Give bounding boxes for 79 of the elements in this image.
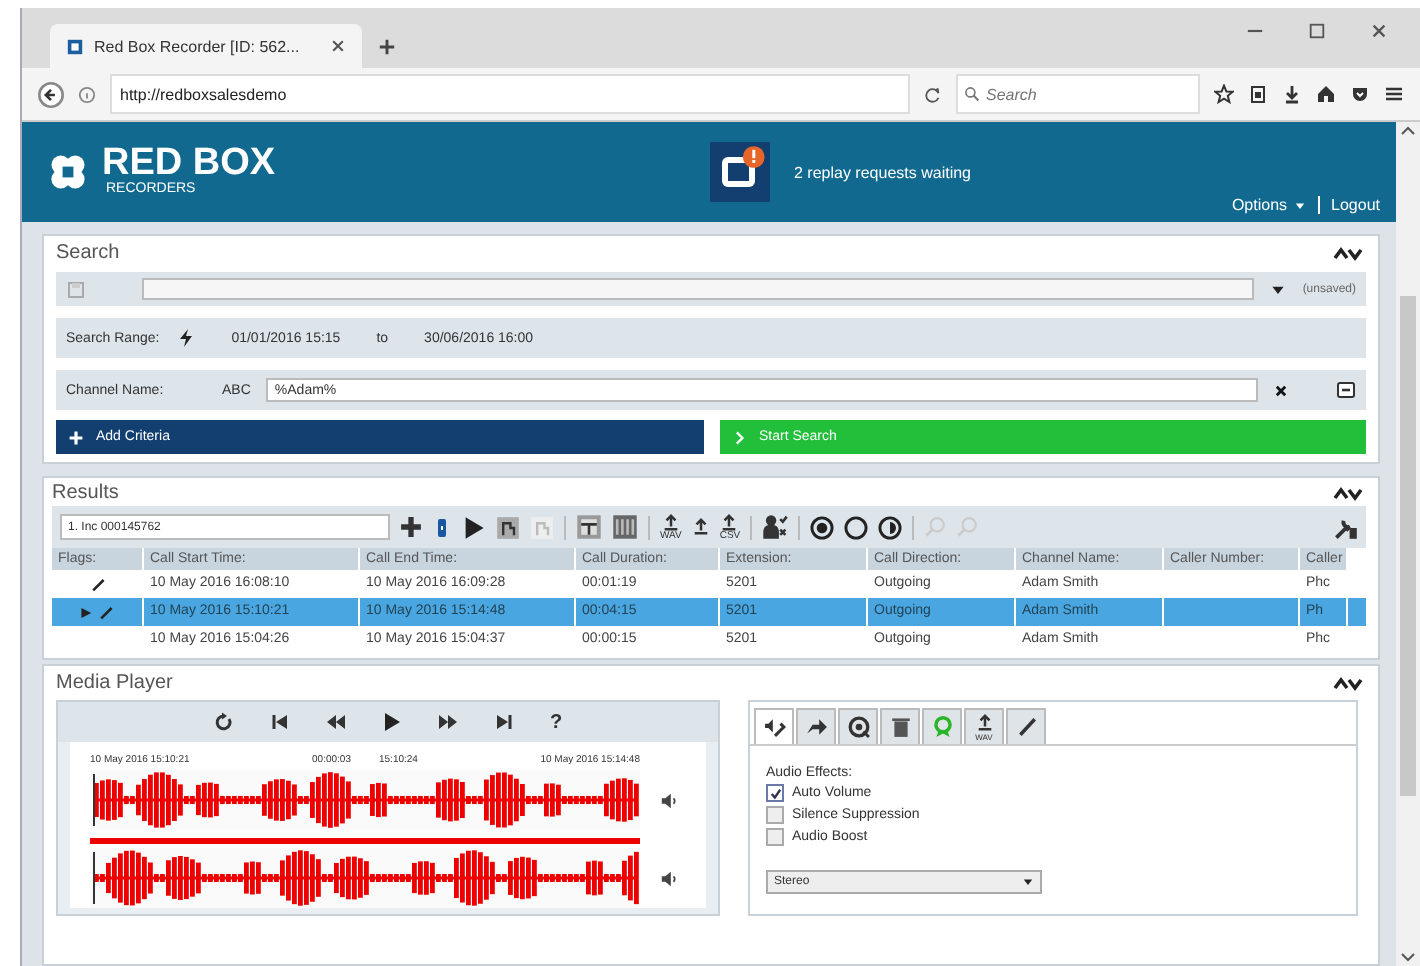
plus-icon [68, 429, 84, 445]
tab[interactable] [1006, 708, 1046, 744]
replay-icon[interactable] [213, 712, 234, 732]
logo-title: RED BOX [102, 146, 276, 182]
rewind-icon[interactable] [325, 712, 346, 732]
upload-icon [661, 513, 680, 531]
panel-title: Search [56, 242, 120, 264]
chevron-icon [731, 429, 747, 445]
fast-forward-icon[interactable] [437, 712, 458, 732]
row-view-icon[interactable] [612, 514, 638, 540]
close-icon[interactable] [1370, 22, 1388, 40]
maximize-icon[interactable] [1308, 22, 1326, 40]
search-icon [964, 86, 980, 102]
circle-icon[interactable] [844, 515, 869, 539]
dropdown-caret-icon[interactable] [1270, 281, 1287, 297]
checkbox[interactable] [766, 806, 784, 824]
new-tab-icon[interactable] [378, 38, 396, 56]
clear-icon[interactable] [1274, 383, 1288, 397]
tab[interactable] [838, 708, 878, 744]
favicon-icon [66, 37, 84, 55]
skip-end-icon[interactable] [493, 712, 514, 732]
upload-icon [691, 518, 710, 536]
skip-start-icon[interactable] [269, 712, 290, 732]
trash-icon [889, 716, 911, 738]
browser-tab[interactable]: Red Box Recorder [ID: 562... [50, 24, 362, 68]
bookmark-star-icon[interactable] [1214, 84, 1234, 104]
waveform-drawing[interactable] [90, 848, 640, 908]
collapse-icon[interactable] [1330, 483, 1366, 503]
upload-icon [720, 513, 739, 531]
help-button[interactable]: ? [549, 711, 563, 733]
tab[interactable] [880, 708, 920, 744]
remove-criteria-icon[interactable] [1336, 380, 1356, 400]
tab[interactable] [796, 708, 836, 744]
lightning-icon[interactable] [175, 328, 196, 348]
back-icon[interactable] [38, 81, 64, 107]
user-check-icon[interactable] [762, 514, 789, 540]
menu-icon[interactable] [1384, 84, 1404, 104]
clipboard-icon[interactable] [1248, 84, 1268, 104]
pocket-icon[interactable] [1350, 84, 1370, 104]
pencil-icon [1015, 716, 1037, 738]
caret-icon [1293, 199, 1306, 211]
record-icon[interactable] [810, 515, 835, 539]
toggle-icon[interactable] [432, 513, 452, 541]
checkbox[interactable] [766, 828, 784, 846]
plus-icon[interactable] [400, 516, 422, 538]
search-field[interactable]: Search [956, 74, 1200, 114]
collapse-icon[interactable] [1330, 243, 1366, 263]
info-icon[interactable] [78, 85, 96, 103]
reload-icon[interactable] [924, 85, 942, 103]
play-icon[interactable] [381, 712, 402, 732]
tab[interactable] [754, 708, 794, 744]
download-icon[interactable] [1282, 84, 1302, 104]
logo-icon [50, 154, 86, 190]
tools-icon[interactable] [1334, 515, 1358, 539]
notification-icon[interactable] [710, 142, 770, 202]
ribbon-icon [931, 716, 953, 738]
address-field[interactable]: http://redboxsalesdemo [110, 74, 910, 114]
checkbox[interactable] [766, 784, 784, 802]
caret-icon [1022, 876, 1034, 888]
collapse-icon[interactable] [1330, 673, 1366, 693]
waveform-drawing[interactable] [90, 770, 640, 830]
upload-icon [975, 713, 993, 731]
column-view-icon[interactable] [576, 514, 602, 540]
export-button[interactable] [691, 518, 710, 536]
scrollbar[interactable] [1396, 122, 1420, 966]
close-icon[interactable] [330, 38, 346, 54]
panel-title: Media Player [56, 672, 173, 694]
notification-text: 2 replay requests waiting [794, 163, 971, 181]
options-menu[interactable]: Options [1231, 196, 1306, 214]
half-circle-icon[interactable] [878, 515, 903, 539]
panel-title: Results [52, 482, 119, 504]
speaker-icon[interactable] [660, 791, 678, 809]
arrow-icon [805, 716, 827, 738]
home-icon[interactable] [1316, 84, 1336, 104]
play-icon[interactable] [462, 515, 486, 539]
logout-link[interactable]: Logout [1317, 196, 1380, 214]
speaker-wrench-icon [763, 716, 785, 738]
magnifier-icon [847, 716, 869, 738]
speaker-icon[interactable] [660, 869, 678, 887]
